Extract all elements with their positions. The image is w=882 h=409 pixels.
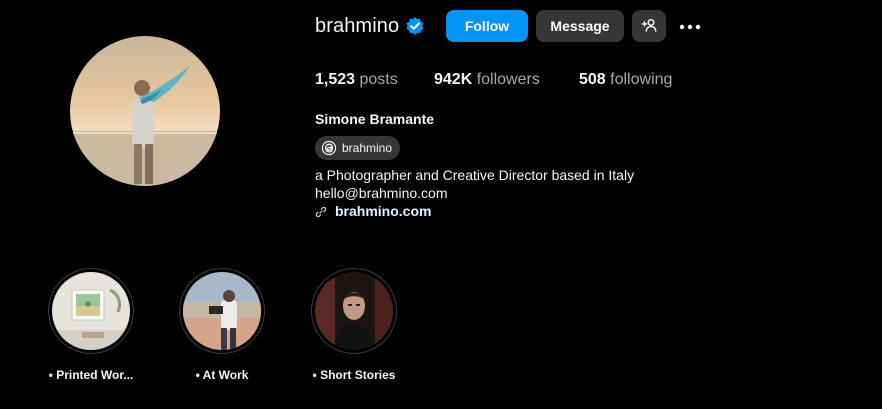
more-options-button[interactable] [674, 10, 706, 42]
highlight-cover-image [183, 272, 261, 350]
highlight-short-stories[interactable]: • Short Stories [309, 268, 399, 382]
posts-count: 1,523 [315, 71, 356, 88]
highlight-label: • At Work [195, 368, 249, 382]
add-user-icon [641, 17, 657, 36]
highlight-cover-image [52, 272, 130, 350]
threads-handle: brahmino [342, 141, 393, 155]
bio-text: a Photographer and Creative Director bas… [315, 167, 635, 183]
more-options-icon [678, 18, 702, 34]
link-icon [315, 205, 327, 218]
followers-stat[interactable]: 942K followers [434, 71, 540, 89]
posts-stat: 1,523 posts [315, 71, 398, 89]
highlight-cover-image [315, 272, 393, 350]
followers-label: followers [476, 71, 540, 88]
following-count: 508 [579, 71, 606, 88]
highlight-label: • Short Stories [312, 368, 396, 382]
threads-badge[interactable]: brahmino [315, 136, 401, 160]
full-name: Simone Bramante [315, 111, 435, 127]
bio-email: hello@brahmino.com [315, 185, 448, 201]
highlight-printed-works[interactable]: • Printed Wor... [46, 268, 136, 382]
highlight-ring [179, 268, 265, 354]
highlight-ring [311, 268, 397, 354]
following-stat[interactable]: 508 following [579, 71, 672, 89]
follow-button[interactable]: Follow [446, 10, 528, 42]
following-label: following [610, 71, 673, 88]
profile-avatar[interactable] [70, 36, 220, 186]
website-link[interactable]: brahmino.com [315, 203, 431, 219]
profile-actions: Follow Message [315, 10, 715, 42]
website-text: brahmino.com [335, 203, 432, 219]
threads-icon [321, 140, 337, 156]
highlight-at-work[interactable]: • At Work [177, 268, 267, 382]
highlight-label: • Printed Wor... [48, 368, 134, 382]
message-button[interactable]: Message [536, 10, 624, 42]
followers-count: 942K [434, 71, 473, 88]
posts-label: posts [359, 71, 398, 88]
highlight-ring [48, 268, 134, 354]
add-user-button[interactable] [632, 10, 666, 42]
